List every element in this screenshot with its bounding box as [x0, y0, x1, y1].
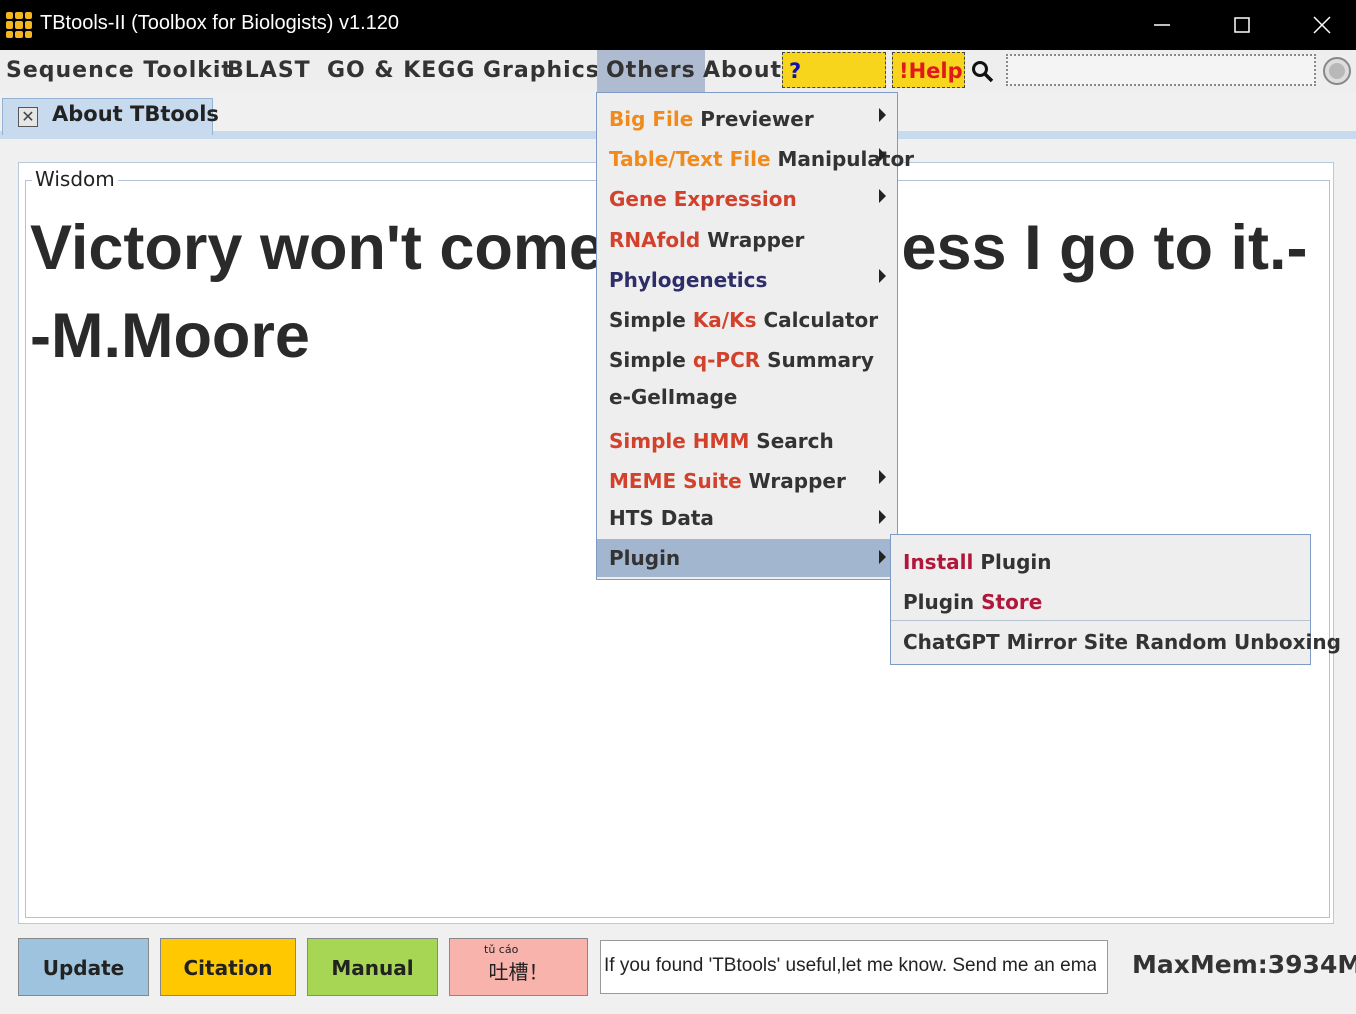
tab-label[interactable]: About TBtools	[52, 102, 219, 126]
help-button[interactable]: !Help	[892, 52, 965, 88]
maximize-icon	[1234, 17, 1250, 33]
search-icon[interactable]	[971, 60, 995, 84]
submenu-arrow-icon	[879, 148, 886, 162]
submenu-arrow-icon	[879, 189, 886, 203]
tab-close-icon[interactable]: ✕	[18, 107, 38, 127]
app-logo-icon	[6, 12, 32, 38]
close-window-button[interactable]	[1282, 0, 1356, 50]
submenu-arrow-icon	[879, 550, 886, 564]
menu-item-phylogenetics[interactable]: Phylogenetics	[609, 261, 767, 299]
menu-item-meme-suite-wrapper[interactable]: MEME Suite Wrapper	[609, 462, 846, 500]
submenu-arrow-icon	[879, 108, 886, 122]
submenu-arrow-icon	[879, 470, 886, 484]
submenu-divider	[891, 620, 1310, 621]
menu-sequence-toolkit[interactable]: Sequence Toolkit	[6, 50, 233, 92]
manual-button[interactable]: Manual	[307, 938, 438, 996]
menu-item-e-gelimage[interactable]: e-GelImage	[609, 378, 737, 416]
menu-item-table-text-file-manipulator[interactable]: Table/Text File Manipulator	[609, 140, 914, 178]
submenu-plugin-store[interactable]: Plugin Store	[903, 583, 1042, 621]
feedback-label: 吐槽！	[488, 960, 549, 984]
update-button[interactable]: Update	[18, 938, 149, 996]
minimize-icon	[1154, 24, 1170, 26]
close-icon	[1313, 16, 1331, 34]
menu-item-big-file-previewer[interactable]: Big File Previewer	[609, 100, 814, 138]
menu-item-plugin[interactable]: Plugin	[609, 539, 680, 577]
menu-others[interactable]: Others	[597, 50, 705, 92]
minimize-button[interactable]	[1122, 0, 1202, 50]
menu-item-simple-hmm-search[interactable]: Simple HMM Search	[609, 422, 834, 460]
menu-item-ka-ks-calculator[interactable]: Simple Ka/Ks Calculator	[609, 301, 878, 339]
maximize-button[interactable]	[1202, 0, 1282, 50]
menu-about[interactable]: About	[703, 50, 782, 92]
window-title: TBtools-II (Toolbox for Biologists) v1.1…	[40, 12, 400, 34]
menu-item-gene-expression[interactable]: Gene Expression	[609, 180, 797, 218]
wisdom-legend: Wisdom	[32, 167, 118, 191]
status-circle-icon[interactable]	[1322, 56, 1352, 86]
citation-button[interactable]: Citation	[160, 938, 296, 996]
submenu-arrow-icon	[879, 510, 886, 524]
menu-item-qpcr-summary[interactable]: Simple q-PCR Summary	[609, 341, 874, 379]
menu-item-rnafold-wrapper[interactable]: RNAfold Wrapper	[609, 221, 804, 259]
menu-go-kegg[interactable]: GO & KEGG	[327, 50, 475, 92]
submenu-install-plugin[interactable]: Install Plugin	[903, 543, 1051, 581]
report-button[interactable]: ?Report	[782, 52, 886, 119]
message-text: If you found 'TBtools' useful,let me kno…	[604, 955, 1096, 976]
max-memory-label: MaxMem:3934M	[1132, 950, 1356, 979]
menu-graphics[interactable]: Graphics	[483, 50, 600, 92]
feedback-button[interactable]: tǔ cáo 吐槽！	[449, 938, 588, 996]
submenu-arrow-icon	[879, 269, 886, 283]
search-input[interactable]	[1006, 54, 1316, 86]
menu-blast[interactable]: BLAST	[227, 50, 311, 92]
submenu-chatgpt-mirror[interactable]: ChatGPT Mirror Site Random Unboxing	[903, 623, 1341, 661]
menu-item-hts-data[interactable]: HTS Data	[609, 499, 714, 537]
